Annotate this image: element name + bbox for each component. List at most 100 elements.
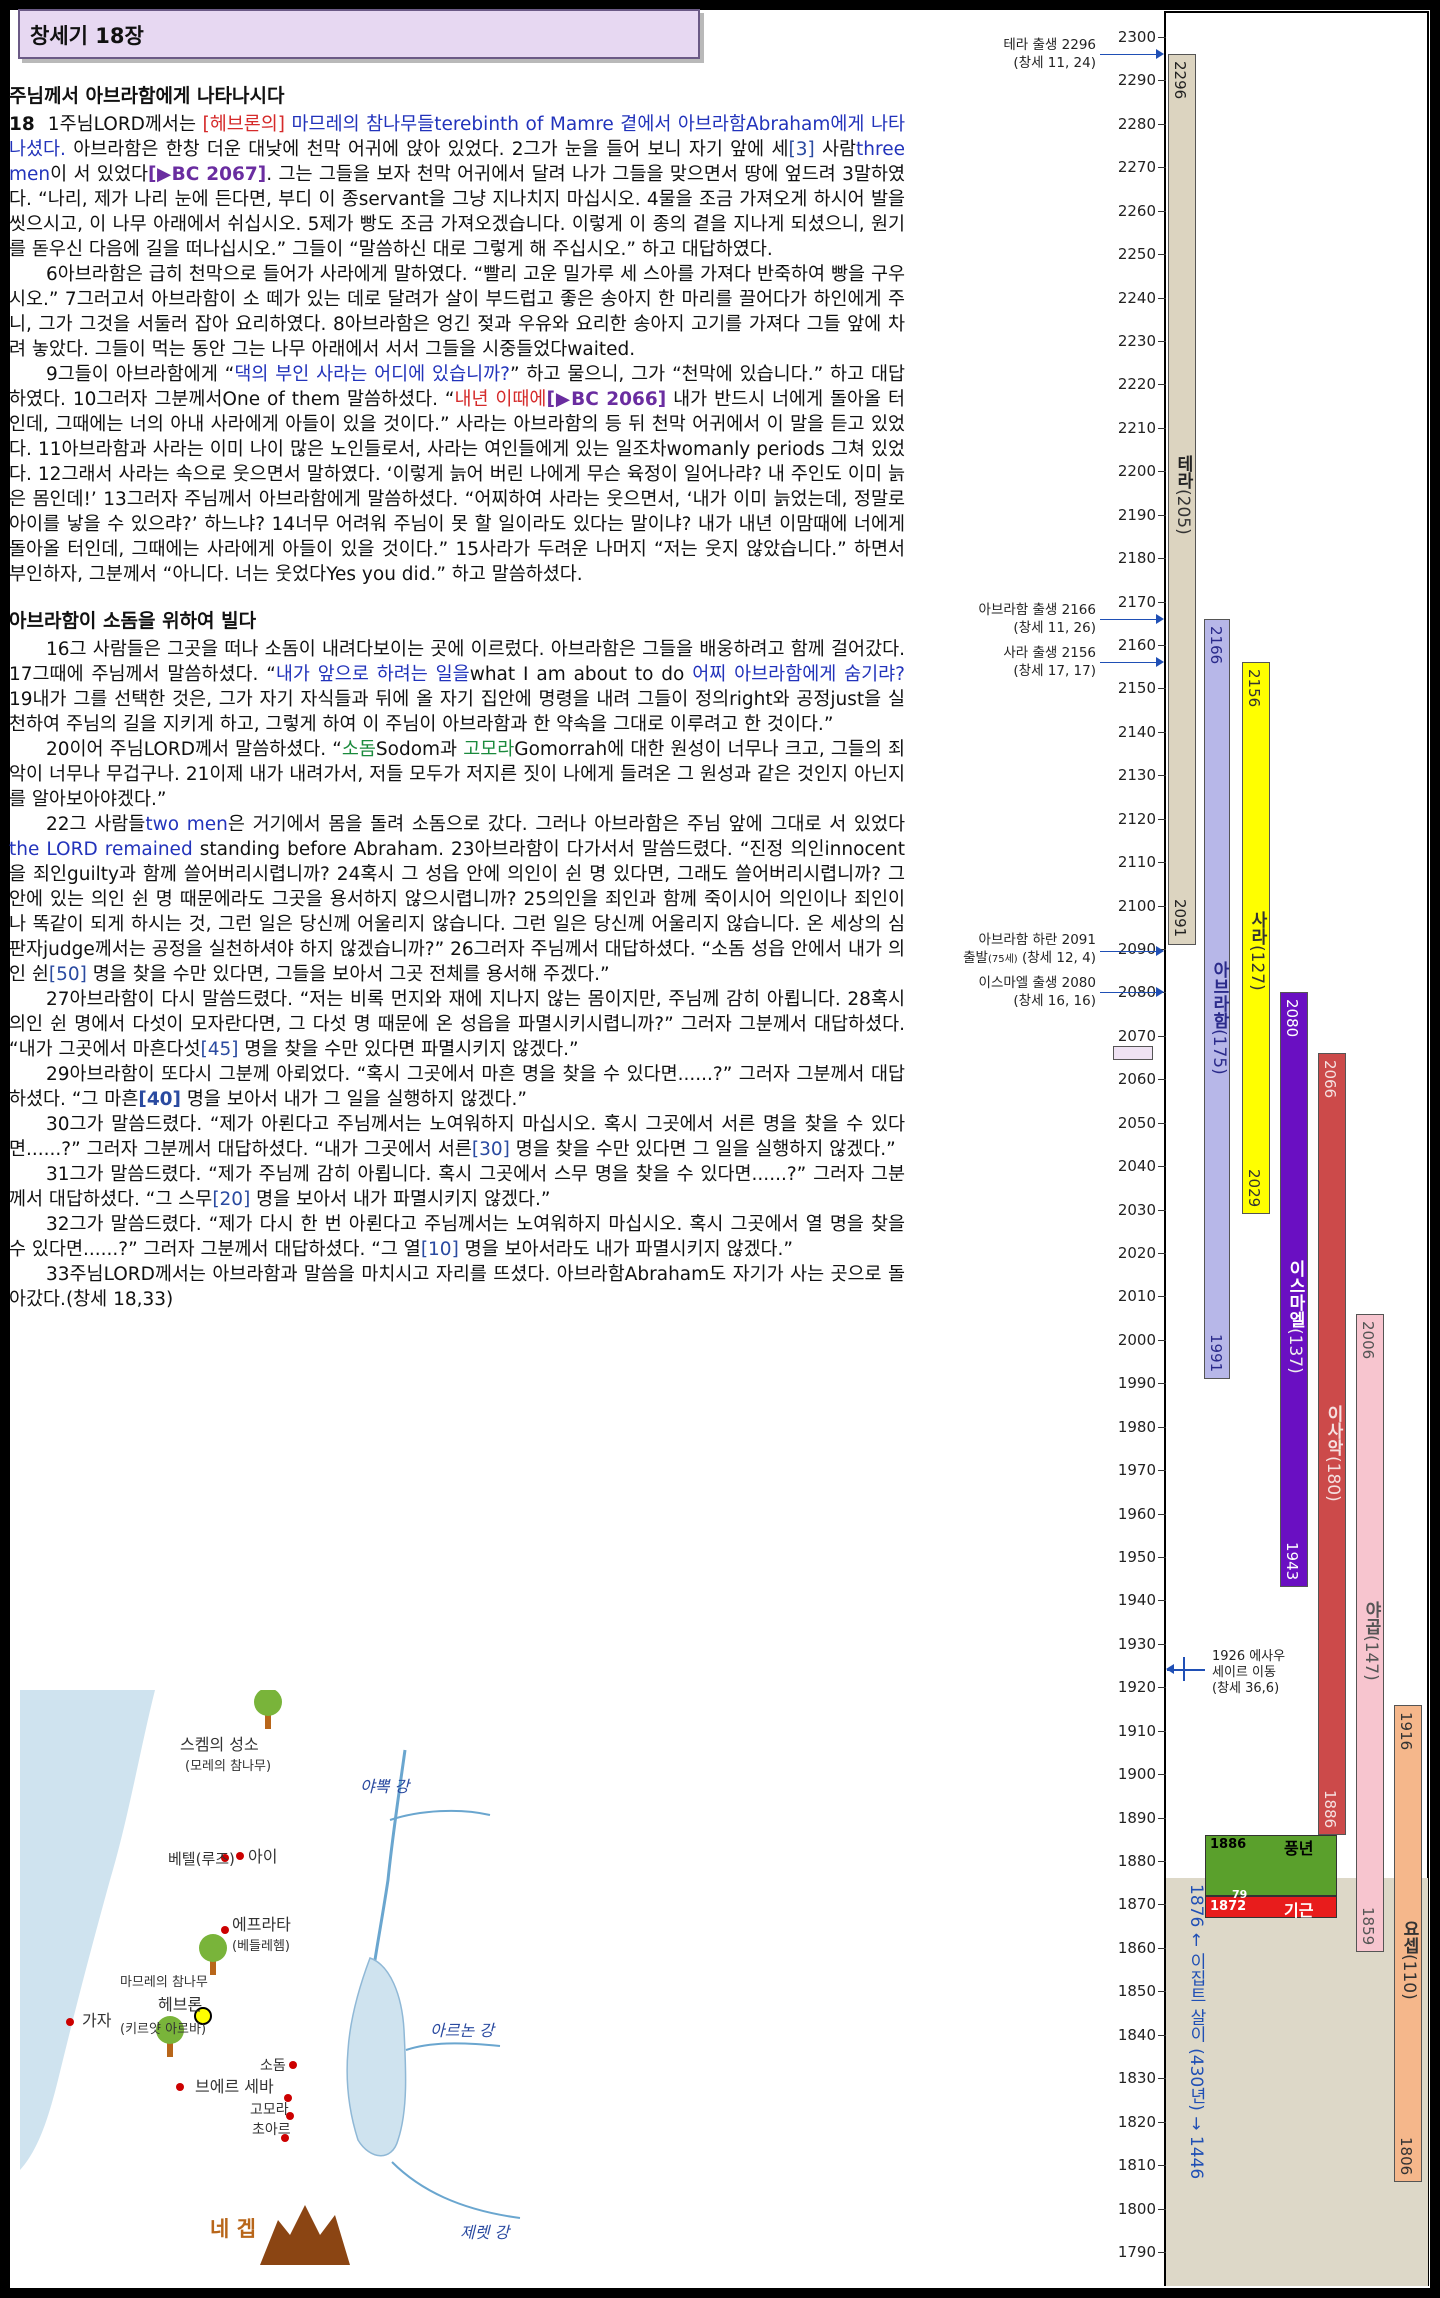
annotation-esau: 1926 에사우 세이르 이동 (창세 36,6) [1212, 1649, 1285, 1697]
annotation-text: 출발 [963, 949, 988, 966]
verse-text: 명을 보아서 내가 파멸시키지 않겠다.” [250, 1189, 551, 1210]
lifespan-label: 요셉 [1399, 1919, 1419, 1954]
axis-tick-mark [1158, 80, 1166, 82]
annotation-line: 테라 출생 2296 [1003, 37, 1096, 54]
axis-tick-mark [1158, 558, 1166, 560]
bc-date-link[interactable]: [▶BC 2066] [546, 389, 666, 410]
axis-tick-label: 1980 [1117, 1417, 1156, 1436]
axis-tick-label: 1970 [1117, 1461, 1156, 1480]
arrow-line [1100, 992, 1156, 994]
axis-tick-label: 2170 [1117, 592, 1156, 611]
annotation-line: 아브라함 출생 2166 [978, 601, 1096, 618]
verse-text: 명을 찾을 수만 있다면 파멸시키지 않겠다.” [238, 1039, 579, 1060]
verse-text: 명을 보아서 내가 그 일을 실행하지 않겠다.” [181, 1089, 527, 1110]
annotation-line: 출발(75세) (창세 12, 4) [876, 949, 1096, 969]
arrow-line [1100, 54, 1156, 56]
lifespan-bar-joseph: 1916 1806 요셉(110) [1394, 1704, 1422, 2183]
verse-paragraph-7: 27아브라함이 다시 말씀드렸다. “저는 비록 먼지와 재에 지나지 않는 몸… [9, 987, 905, 1062]
axis-tick-label: 2290 [1117, 71, 1156, 90]
lifespan-age: (205) [1173, 489, 1193, 535]
lifespan-end-year: 1806 [1397, 2137, 1415, 2176]
lifespan-end-year: 1859 [1359, 1907, 1377, 1946]
verse-text: 소돔 [341, 739, 376, 760]
axis-tick-label: 2190 [1117, 505, 1156, 524]
verse-text: 고모라 [463, 739, 515, 760]
esau-arrow-head [1166, 1664, 1174, 1675]
lifespan-start-year: 2166 [1207, 625, 1225, 665]
city-dot [281, 2134, 289, 2142]
axis-tick-label: 2200 [1117, 462, 1156, 481]
map-label: 소돔 [260, 2058, 286, 2074]
axis-tick-mark [1158, 210, 1166, 212]
axis-tick-label: 2280 [1117, 114, 1156, 133]
axis-tick-mark [1158, 471, 1166, 473]
lifespan-start-year: 2156 [1245, 669, 1263, 708]
lifespan-bar-abraham: 2166 1991 아브라함(175) [1204, 618, 1230, 1379]
verse-paragraph-11: 32그가 말씀드렸다. “제가 다시 한 번 아뢴다고 주님께서는 노여워하지 … [9, 1212, 905, 1262]
section-title-2: 아브라함이 소돔을 위하여 빌다 [9, 610, 257, 632]
bc-date-link[interactable]: [▶BC 2067] [148, 164, 266, 185]
axis-tick-mark [1158, 1817, 1166, 1819]
map-label: 헤브론 [158, 1995, 202, 2014]
verse-text: 명을 찾을 수만 있다면, 그들을 보아서 그곳 전체를 용서해 주겠다.” [86, 964, 610, 985]
map-label: 스켐의 성소 [180, 1735, 259, 1754]
map-label: 베텔(루즈) [168, 1850, 235, 1868]
verse-paragraph-4: 16그 사람들은 그곳을 떠나 소돔이 내려다보이는 곳에 이르렀다. 아브라함… [9, 637, 905, 737]
verse-paragraph-3: 9그들이 아브라함에게 “댁의 부인 사라는 어디에 있습니까?” 하고 물으니… [9, 362, 905, 587]
plenty-box: 1886 풍년 [1205, 1835, 1337, 1896]
axis-tick-mark [1158, 2165, 1166, 2167]
axis-tick-mark [1158, 1253, 1166, 1255]
page: 창세기 18장 주님께서 아브라함에게 나타나시다 18 1주님LORD께서는 … [0, 0, 1440, 2298]
axis-tick-label: 1990 [1117, 1374, 1156, 1393]
city-dot [221, 1926, 229, 1934]
lifespan-label: 사라 [1247, 910, 1267, 945]
lifespan-start-year: 2080 [1283, 999, 1301, 1038]
verse-paragraph-1: 18 1주님LORD께서는 [헤브론의] 마므레의 참나무들terebinth … [9, 112, 905, 262]
axis-tick-mark [1158, 1383, 1166, 1385]
scripture-text: 주님께서 아브라함에게 나타나시다 18 1주님LORD께서는 [헤브론의] 마… [9, 84, 905, 1312]
axis-tick-label: 1890 [1117, 1808, 1156, 1827]
verse-paragraph-2: 6아브라함은 급히 천막으로 들어가 사라에게 말하였다. “빨리 고운 밀가루… [9, 264, 905, 360]
axis-tick-label: 1860 [1117, 1938, 1156, 1957]
annotation-haran-departure: 아브라함 하란 2091 출발(75세) (창세 12, 4) [876, 931, 1096, 969]
axis-tick-mark [1158, 731, 1166, 733]
lifespan-end-year: 1943 [1283, 1542, 1301, 1581]
axis-tick-mark [1158, 254, 1166, 256]
axis-tick-mark [1158, 1470, 1166, 1472]
map-label: 아이 [248, 1847, 277, 1866]
axis-tick-label: 1800 [1117, 2199, 1156, 2218]
annotation-sarah-birth: 사라 출생 2156 (창세 17, 17) [876, 644, 1096, 680]
city-dot [66, 2018, 74, 2026]
axis-tick-mark [1158, 297, 1166, 299]
lifespan-age: (137) [1285, 1328, 1305, 1374]
map-label: 가자 [82, 2011, 112, 2030]
axis-tick-mark [1158, 167, 1166, 169]
arrow-head [1156, 49, 1164, 60]
verse-text: what I am about to do [469, 664, 693, 685]
lifespan-age: (147) [1361, 1635, 1381, 1681]
map-label: 아르논 강 [430, 2021, 496, 2040]
city-dot [176, 2083, 184, 2091]
lifespan-name: 이스마엘(137) [1283, 1260, 1308, 1374]
annotation-ishmael-birth: 이스마엘 출생 2080 (창세 16, 16) [876, 974, 1096, 1010]
axis-tick-label: 2090 [1117, 940, 1156, 959]
annotation-line: 이스마엘 출생 2080 [978, 975, 1096, 992]
lifespan-bar-ishmael: 2080 1943 이스마엘(137) [1280, 992, 1308, 1588]
plenty-label: 풍년 [1284, 1839, 1314, 1858]
map-label: 마므레의 참나무 [120, 1975, 208, 1990]
annotation-line: (창세 11, 26) [1013, 619, 1096, 636]
number-marker: [30] [471, 1139, 510, 1160]
axis-tick-label: 1950 [1117, 1548, 1156, 1567]
axis-tick-label: 1960 [1117, 1504, 1156, 1523]
lifespan-age: (175) [1209, 1029, 1229, 1075]
axis-tick-mark [1158, 775, 1166, 777]
lifespan-end-year: 2029 [1245, 1168, 1263, 1207]
verse-text: 댁의 부인 사라는 어디에 있습니까? [234, 364, 510, 385]
lifespan-start-year: 2066 [1321, 1060, 1339, 1099]
axis-tick-mark [1158, 1426, 1166, 1428]
axis-tick-mark [1158, 905, 1166, 907]
lifespan-bar-jacob: 2006 1859 야곱(147) [1356, 1313, 1384, 1953]
arrow-line [1100, 662, 1156, 664]
axis-tick-label: 2110 [1117, 853, 1156, 872]
axis-tick-label: 1930 [1117, 1634, 1156, 1653]
